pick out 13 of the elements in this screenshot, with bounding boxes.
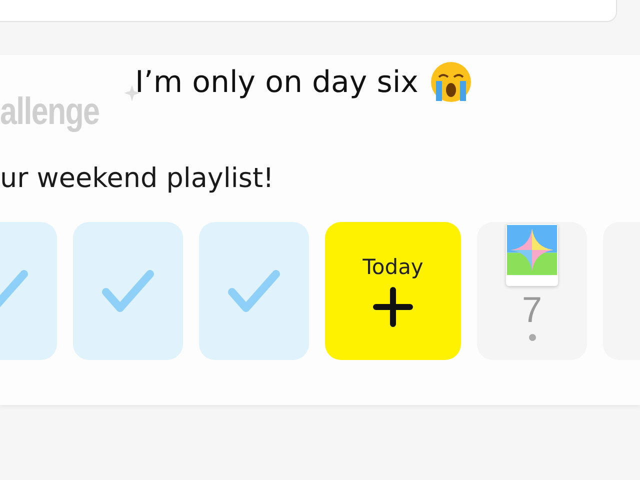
crying-emoji-icon bbox=[430, 61, 472, 103]
plus-icon bbox=[373, 287, 413, 327]
video-caption: I’m only on day six bbox=[134, 65, 418, 100]
completed-day-tile[interactable] bbox=[199, 222, 309, 360]
today-label: Today bbox=[362, 255, 424, 279]
day-number: 7 bbox=[522, 290, 542, 330]
dot-icon bbox=[528, 334, 536, 341]
check-icon bbox=[228, 268, 280, 314]
check-icon bbox=[102, 268, 154, 314]
completed-day-tile[interactable] bbox=[73, 222, 183, 360]
today-tile[interactable]: Today bbox=[325, 222, 461, 360]
sparkle-icon bbox=[124, 85, 140, 101]
challenge-description: ur weekend playlist! bbox=[0, 163, 275, 194]
